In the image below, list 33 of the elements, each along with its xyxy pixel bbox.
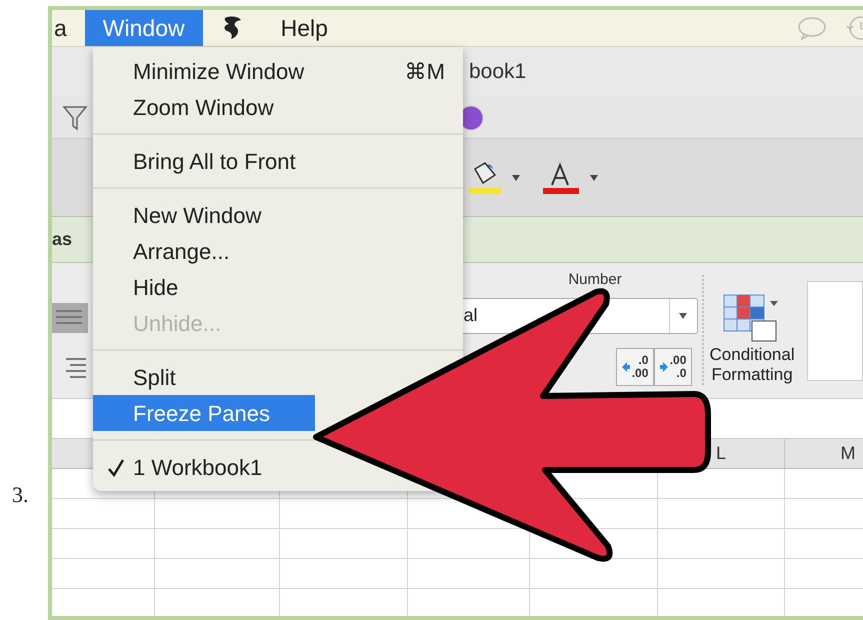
menu-bar-item[interactable]: a xyxy=(52,10,85,46)
shortcut-label: ⌘M xyxy=(404,58,445,86)
help-icon[interactable] xyxy=(460,102,486,132)
window-title: book1 xyxy=(469,59,526,86)
column-header[interactable]: M xyxy=(840,440,856,467)
menu-item[interactable]: 1 Workbook1 xyxy=(93,449,272,485)
increase-decimal-button[interactable]: .00 .0 xyxy=(654,348,692,386)
menu-item[interactable]: Arrange... xyxy=(93,233,240,269)
menu-item[interactable]: Freeze Panes xyxy=(93,395,315,431)
arrow-icon xyxy=(620,360,631,372)
dropdown-caret-icon[interactable] xyxy=(511,174,521,182)
dropdown-caret-icon[interactable] xyxy=(589,174,599,182)
column-header[interactable]: L xyxy=(716,440,726,467)
cell-styles-gallery[interactable] xyxy=(806,281,863,381)
conditional-formatting-label[interactable]: Conditional Formatting xyxy=(710,345,795,385)
menu-item[interactable]: New Window xyxy=(93,197,272,233)
dropdown-caret-icon[interactable] xyxy=(678,312,688,320)
menu-item[interactable]: Bring All to Front xyxy=(93,143,306,179)
font-color-icon[interactable] xyxy=(543,160,579,194)
menu-item[interactable]: Hide xyxy=(93,269,188,305)
fill-color-icon[interactable] xyxy=(467,160,501,194)
check-icon xyxy=(107,458,125,478)
arrow-icon xyxy=(658,360,669,372)
menu-item[interactable]: Zoom Window xyxy=(93,89,284,125)
filter-icon[interactable] xyxy=(62,104,88,132)
menu-item[interactable]: Minimize Window ⌘M xyxy=(93,53,463,89)
menu-item[interactable]: Split xyxy=(93,359,186,395)
ribbon-tab[interactable]: as xyxy=(52,226,72,253)
menu-bar-item[interactable]: Window xyxy=(84,10,203,46)
menu-bar-item[interactable]: Help xyxy=(262,10,346,46)
group-label: Number xyxy=(568,270,622,290)
step-number: 3. xyxy=(12,482,28,507)
decrease-decimal-button[interactable]: .0 .00 xyxy=(616,348,654,386)
